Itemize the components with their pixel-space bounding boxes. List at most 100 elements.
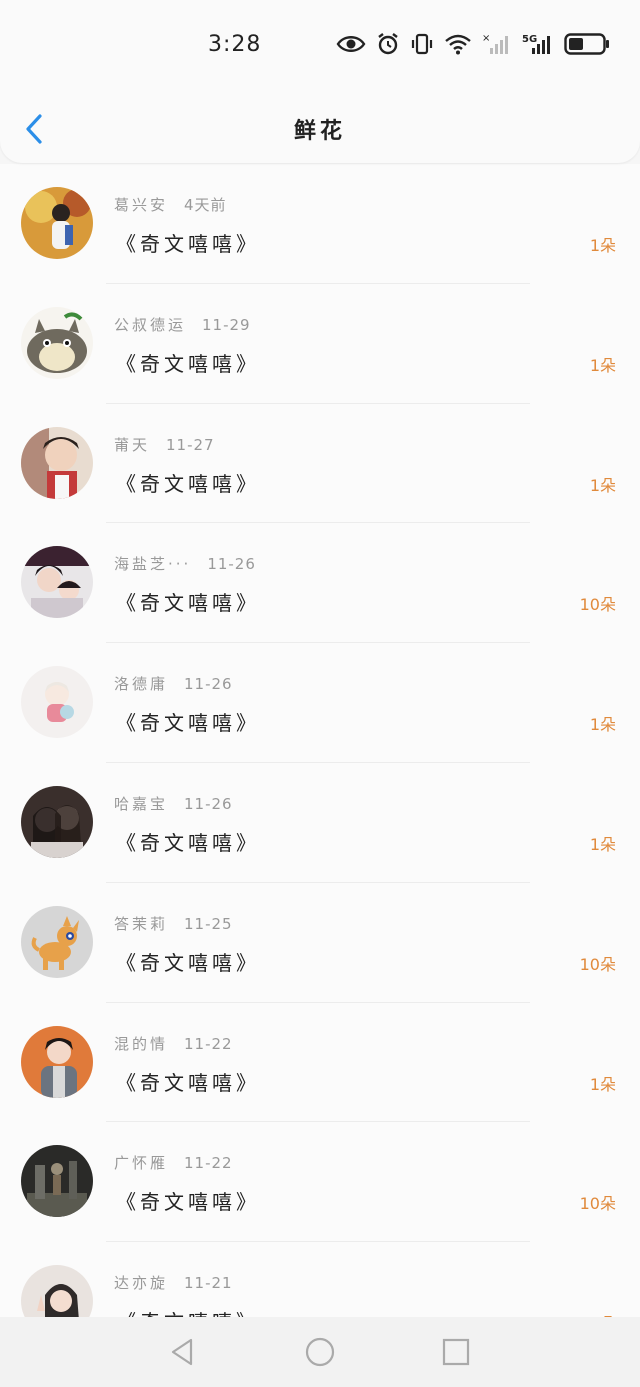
user-name[interactable]: 海盐芝··· (114, 555, 191, 573)
avatar[interactable] (21, 1145, 93, 1218)
triangle-back-icon (171, 1338, 193, 1366)
system-recents-button[interactable] (440, 1336, 472, 1368)
avatar[interactable] (21, 785, 93, 858)
avatar[interactable] (21, 905, 93, 978)
flower-count: 1朵 (590, 1310, 616, 1317)
list-item[interactable]: 混的情 11-22 《奇文嘻嘻》 1朵 (0, 1003, 640, 1123)
flower-count: 1朵 (589, 1074, 616, 1094)
item-date: 11-26 (184, 675, 233, 694)
flower-count: 1朵 (589, 715, 616, 735)
svg-text:5G: 5G (522, 34, 537, 45)
avatar-image (21, 187, 93, 259)
item-date: 11-26 (207, 555, 256, 574)
eye-icon (336, 33, 366, 55)
square-recents-icon (442, 1338, 470, 1366)
flower-list[interactable]: 葛兴安 4天前 《奇文嘻嘻》 1朵 公叔德运 11-29 《奇文嘻嘻》 1朵 莆天 1… (0, 164, 640, 1317)
vibrate-icon (410, 32, 434, 56)
avatar-image (21, 306, 93, 379)
flower-count: 10朵 (579, 595, 616, 615)
user-name[interactable]: 广怀雁 (114, 1154, 168, 1172)
user-name[interactable]: 混的情 (114, 1035, 168, 1053)
item-meta: 达亦旋 11-21 (114, 1272, 233, 1293)
book-title[interactable]: 《奇文嘻嘻》 (116, 1306, 260, 1317)
avatar[interactable] (21, 306, 93, 379)
user-name[interactable]: 洛德庸 (114, 675, 168, 693)
book-title[interactable]: 《奇文嘻嘻》 (116, 228, 260, 257)
item-date: 11-29 (202, 315, 251, 334)
avatar-image (21, 1025, 93, 1098)
book-title[interactable]: 《奇文嘻嘻》 (116, 468, 260, 497)
book-title[interactable]: 《奇文嘻嘻》 (116, 1067, 260, 1096)
avatar[interactable] (21, 546, 93, 619)
item-meta: 海盐芝··· 11-26 (114, 553, 256, 574)
user-name[interactable]: 公叔德运 (114, 316, 186, 334)
list-item[interactable]: 答茉莉 11-25 《奇文嘻嘻》 10朵 (0, 883, 640, 1003)
avatar[interactable] (21, 426, 93, 499)
svg-text:×: × (482, 33, 490, 44)
item-meta: 哈嘉宝 11-26 (114, 793, 233, 814)
item-date: 11-21 (184, 1274, 233, 1293)
list-item[interactable]: 莆天 11-27 《奇文嘻嘻》 1朵 (0, 404, 640, 524)
list-item[interactable]: 公叔德运 11-29 《奇文嘻嘻》 1朵 (0, 284, 640, 404)
avatar-image (21, 785, 93, 858)
item-meta: 莆天 11-27 (114, 434, 215, 455)
book-title[interactable]: 《奇文嘻嘻》 (116, 348, 260, 377)
item-meta: 公叔德运 11-29 (114, 314, 251, 335)
user-name[interactable]: 葛兴安 (114, 196, 168, 214)
status-time: 3:28 (208, 32, 262, 57)
wifi-icon (444, 32, 472, 56)
app-header: 3:28 × 5G 鲜花 (0, 0, 640, 163)
avatar-image (21, 666, 93, 739)
book-title[interactable]: 《奇文嘻嘻》 (116, 587, 260, 616)
item-date: 11-22 (184, 1034, 233, 1053)
nav-bar: 鲜花 (0, 100, 640, 160)
flower-count: 1朵 (589, 355, 616, 375)
avatar[interactable] (21, 666, 93, 739)
system-nav-bar (0, 1317, 640, 1387)
avatar[interactable] (21, 187, 93, 259)
avatar[interactable] (21, 1025, 93, 1098)
circle-home-icon (305, 1337, 335, 1367)
avatar-image (21, 1145, 93, 1218)
user-name[interactable]: 莆天 (114, 436, 150, 454)
list-item[interactable]: 葛兴安 4天前 《奇文嘻嘻》 1朵 (0, 164, 640, 284)
page-title: 鲜花 (293, 119, 346, 144)
status-icons: × 5G (336, 32, 610, 56)
avatar-image (21, 426, 93, 499)
system-home-button[interactable] (304, 1336, 336, 1368)
flower-count: 1朵 (589, 475, 616, 495)
avatar[interactable] (21, 1265, 93, 1317)
book-title[interactable]: 《奇文嘻嘻》 (116, 827, 260, 856)
battery-icon (564, 32, 610, 56)
item-date: 11-22 (184, 1154, 233, 1173)
list-item[interactable]: 洛德庸 11-26 《奇文嘻嘻》 1朵 (0, 643, 640, 763)
list-item[interactable]: 海盐芝··· 11-26 《奇文嘻嘻》 10朵 (0, 523, 640, 644)
user-name[interactable]: 答茉莉 (114, 915, 168, 933)
signal-5g-icon: 5G (522, 32, 554, 56)
item-date: 11-27 (166, 435, 215, 454)
item-meta: 广怀雁 11-22 (114, 1152, 233, 1173)
book-title[interactable]: 《奇文嘻嘻》 (116, 947, 260, 976)
flower-count: 10朵 (579, 1194, 616, 1214)
list-item[interactable]: 广怀雁 11-22 《奇文嘻嘻》 10朵 (0, 1122, 640, 1243)
avatar-image (21, 905, 93, 978)
list-item[interactable]: 达亦旋 11-21 《奇文嘻嘻》 1朵 (0, 1242, 640, 1317)
book-title[interactable]: 《奇文嘻嘻》 (116, 1186, 260, 1215)
flower-count: 1朵 (589, 834, 616, 854)
status-bar: 3:28 × 5G (0, 28, 640, 66)
item-meta: 混的情 11-22 (114, 1033, 233, 1054)
system-back-button[interactable] (167, 1336, 199, 1368)
list-item[interactable]: 哈嘉宝 11-26 《奇文嘻嘻》 1朵 (0, 763, 640, 883)
avatar-image (21, 1265, 93, 1317)
signal-icon: × (482, 32, 512, 56)
user-name[interactable]: 达亦旋 (114, 1274, 168, 1292)
book-title[interactable]: 《奇文嘻嘻》 (116, 707, 260, 736)
item-date: 11-26 (184, 794, 233, 813)
flower-count: 1朵 (589, 236, 616, 255)
item-meta: 葛兴安 4天前 (114, 194, 227, 215)
user-name[interactable]: 哈嘉宝 (114, 795, 168, 813)
alarm-icon (376, 32, 400, 56)
item-meta: 答茉莉 11-25 (114, 913, 233, 934)
flower-count: 10朵 (579, 954, 616, 974)
item-date: 11-25 (184, 914, 233, 933)
